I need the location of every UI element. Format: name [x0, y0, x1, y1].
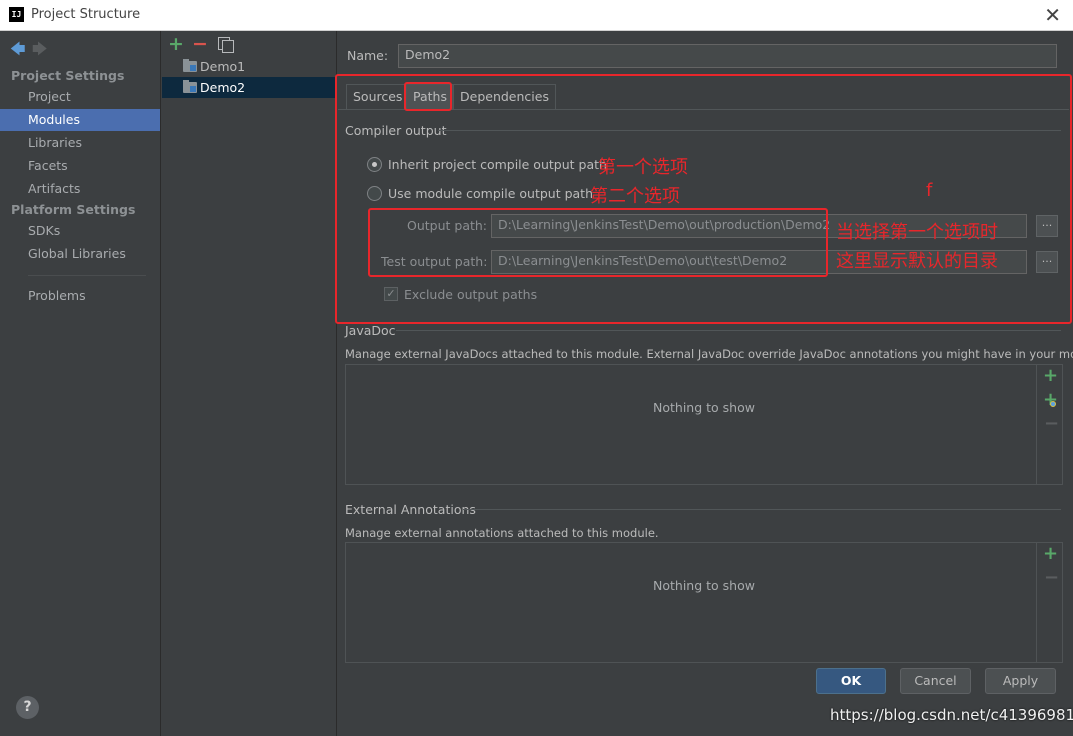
- ok-button[interactable]: OK: [816, 668, 886, 694]
- sidebar-item-problems[interactable]: Problems: [0, 285, 160, 307]
- module-folder-icon: [183, 80, 197, 93]
- annotation-second-option: 第二个选项: [590, 186, 680, 207]
- apply-button[interactable]: Apply: [985, 668, 1056, 694]
- add-module-icon[interactable]: +: [168, 33, 184, 55]
- external-annotations-description: Manage external annotations attached to …: [345, 526, 659, 540]
- javadoc-list[interactable]: Nothing to show + + −: [345, 364, 1063, 485]
- cancel-button[interactable]: Cancel: [900, 668, 971, 694]
- module-tree-panel: + − Demo1 Demo2: [162, 31, 337, 736]
- copy-module-icon[interactable]: [218, 37, 234, 53]
- paths-tab-callout-box: [404, 82, 452, 111]
- paths-tab-highlight-box: [335, 74, 1072, 324]
- remove-module-icon[interactable]: −: [192, 33, 208, 55]
- javadoc-title: JavaDoc: [345, 323, 396, 338]
- javadoc-list-toolbar: + + −: [1036, 365, 1063, 484]
- sidebar-item-global-libraries[interactable]: Global Libraries: [0, 243, 160, 265]
- module-folder-icon: [183, 59, 197, 72]
- external-annotations-title: External Annotations: [345, 502, 476, 517]
- module-name-field[interactable]: Demo2: [398, 44, 1057, 68]
- platform-settings-heading: Platform Settings: [11, 202, 136, 217]
- watermark-text: https://blog.csdn.net/c413969814: [830, 706, 1073, 724]
- external-annotations-list[interactable]: Nothing to show + −: [345, 542, 1063, 663]
- javadoc-description: Manage external JavaDocs attached to thi…: [345, 347, 1073, 361]
- annotation-stray-letter: f: [926, 180, 933, 201]
- web-globe-icon: [1050, 401, 1056, 407]
- name-label: Name:: [347, 48, 389, 63]
- javadoc-empty-text: Nothing to show: [653, 400, 755, 415]
- module-item-label: Demo1: [200, 59, 246, 74]
- group-separator: [396, 330, 1061, 331]
- forward-arrow-icon[interactable]: 🡆: [32, 39, 48, 64]
- sidebar-item-modules[interactable]: Modules: [0, 109, 160, 131]
- sidebar-item-libraries[interactable]: Libraries: [0, 132, 160, 154]
- annotation-note-line1: 当选择第一个选项时: [836, 222, 998, 243]
- close-icon[interactable]: ✕: [1044, 3, 1061, 27]
- project-settings-heading: Project Settings: [11, 68, 125, 83]
- group-separator: [463, 509, 1061, 510]
- sidebar-item-project[interactable]: Project: [0, 86, 160, 108]
- add-annotation-icon[interactable]: +: [1043, 543, 1058, 564]
- add-javadoc-url-icon[interactable]: +: [1043, 389, 1058, 410]
- module-item-label: Demo2: [200, 80, 246, 95]
- sidebar-item-sdks[interactable]: SDKs: [0, 220, 160, 242]
- remove-javadoc-icon[interactable]: −: [1044, 413, 1059, 434]
- annotation-first-option: 第一个选项: [598, 157, 688, 178]
- sidebar-divider: [28, 275, 146, 276]
- help-button[interactable]: ?: [16, 696, 39, 719]
- annotation-note-line2: 这里显示默认的目录: [836, 251, 998, 272]
- title-bar: IJ Project Structure ✕: [0, 0, 1073, 31]
- add-javadoc-icon[interactable]: +: [1043, 365, 1058, 386]
- back-arrow-icon[interactable]: 🡄: [10, 39, 26, 64]
- external-annotations-empty-text: Nothing to show: [653, 578, 755, 593]
- sidebar-item-facets[interactable]: Facets: [0, 155, 160, 177]
- module-item-demo2[interactable]: Demo2: [162, 77, 336, 98]
- remove-annotation-icon[interactable]: −: [1044, 567, 1059, 588]
- intellij-app-icon: IJ: [9, 7, 24, 22]
- sidebar-item-artifacts[interactable]: Artifacts: [0, 178, 160, 200]
- output-paths-callout-box: [368, 208, 828, 277]
- external-annotations-list-toolbar: + −: [1036, 543, 1063, 662]
- settings-sidebar: 🡄 🡆 Project Settings Project Modules Lib…: [0, 31, 161, 736]
- module-item-demo1[interactable]: Demo1: [162, 56, 336, 77]
- window-title: Project Structure: [31, 7, 141, 22]
